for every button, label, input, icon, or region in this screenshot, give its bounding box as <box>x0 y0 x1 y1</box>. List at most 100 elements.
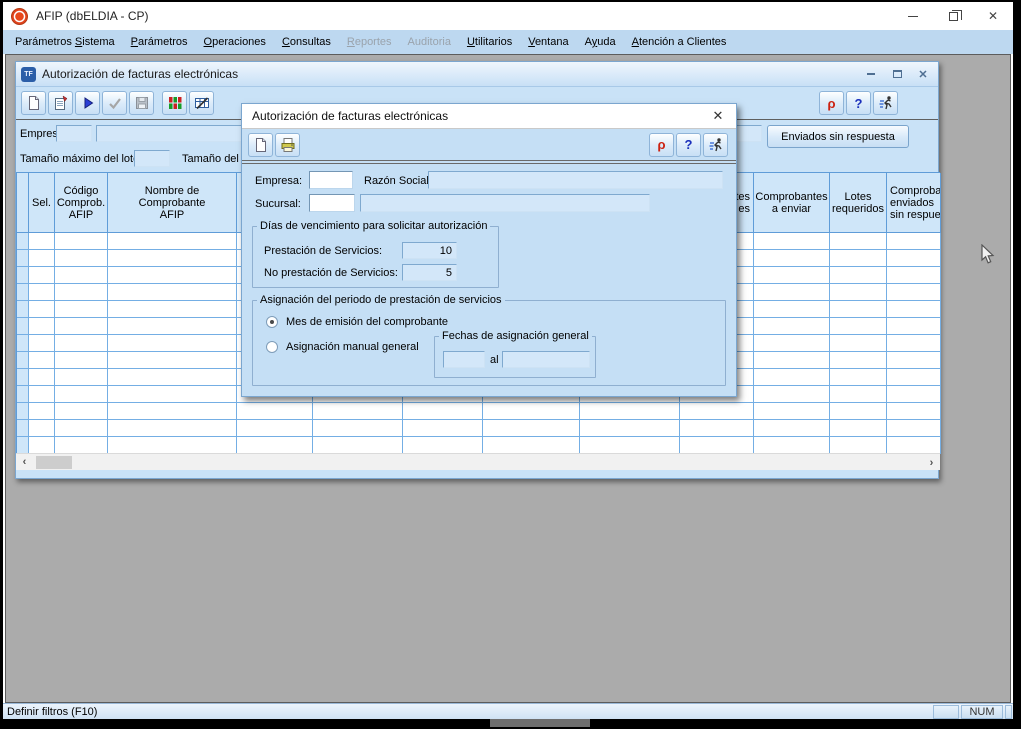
dialog-quick-exit-button[interactable] <box>703 133 728 157</box>
table-cell[interactable] <box>830 284 887 301</box>
prestacion-field[interactable]: 10 <box>402 242 457 259</box>
horizontal-scrollbar[interactable]: ‹ › <box>16 453 940 470</box>
table-cell[interactable] <box>108 386 237 403</box>
table-cell[interactable] <box>830 420 887 437</box>
column-header[interactable]: Sel. <box>29 173 55 233</box>
column-header[interactable]: Nombre de Comprobante AFIP <box>108 173 237 233</box>
table-cell[interactable] <box>887 233 941 250</box>
table-cell[interactable] <box>754 267 830 284</box>
table-cell[interactable] <box>29 233 55 250</box>
column-header[interactable]: Lotes requeridos <box>830 173 887 233</box>
table-cell[interactable] <box>830 403 887 420</box>
table-cell[interactable] <box>237 437 313 454</box>
table-cell[interactable] <box>887 369 941 386</box>
menu-item[interactable]: Consultas <box>274 32 339 52</box>
table-cell[interactable] <box>237 420 313 437</box>
properties-button[interactable] <box>48 91 73 115</box>
table-cell[interactable] <box>313 437 403 454</box>
menu-item[interactable]: Operaciones <box>196 32 274 52</box>
table-cell[interactable] <box>754 352 830 369</box>
table-cell[interactable] <box>29 301 55 318</box>
table-cell[interactable] <box>55 369 108 386</box>
table-cell[interactable] <box>830 318 887 335</box>
table-cell[interactable] <box>754 369 830 386</box>
table-cell[interactable] <box>887 301 941 318</box>
columns-view-button[interactable] <box>162 91 187 115</box>
table-cell[interactable] <box>108 352 237 369</box>
table-cell[interactable] <box>29 386 55 403</box>
help-button[interactable]: ? <box>846 91 871 115</box>
table-cell[interactable] <box>887 437 941 454</box>
fecha-desde-field[interactable] <box>443 351 485 368</box>
no-prestacion-field[interactable]: 5 <box>402 264 457 281</box>
table-cell[interactable] <box>55 420 108 437</box>
table-cell[interactable] <box>754 233 830 250</box>
table-cell[interactable] <box>55 301 108 318</box>
table-cell[interactable] <box>483 403 580 420</box>
table-cell[interactable] <box>830 233 887 250</box>
row-header-cell[interactable] <box>17 420 29 437</box>
table-cell[interactable] <box>680 403 754 420</box>
column-header[interactable]: Comprobantes a enviar <box>754 173 830 233</box>
table-cell[interactable] <box>580 437 680 454</box>
child-minimize-button[interactable] <box>864 67 878 81</box>
table-cell[interactable] <box>29 250 55 267</box>
table-cell[interactable] <box>830 386 887 403</box>
table-cell[interactable] <box>830 250 887 267</box>
row-header-cell[interactable] <box>17 233 29 250</box>
close-button[interactable]: ✕ <box>973 2 1013 30</box>
table-cell[interactable] <box>483 420 580 437</box>
table-cell[interactable] <box>55 386 108 403</box>
table-cell[interactable] <box>313 420 403 437</box>
restore-button[interactable] <box>933 2 973 30</box>
table-cell[interactable] <box>754 250 830 267</box>
table-cell[interactable] <box>830 352 887 369</box>
razon-social-field[interactable] <box>428 171 723 189</box>
table-cell[interactable] <box>754 386 830 403</box>
menu-item[interactable]: Parámetros Sistema <box>7 32 123 52</box>
radio-mes-emision[interactable] <box>266 316 278 328</box>
enviados-sin-respuesta-button[interactable]: Enviados sin respuesta <box>767 125 909 148</box>
row-header-cell[interactable] <box>17 386 29 403</box>
table-cell[interactable] <box>108 420 237 437</box>
minimize-button[interactable] <box>893 2 933 30</box>
fecha-hasta-field[interactable] <box>502 351 590 368</box>
table-cell[interactable] <box>55 352 108 369</box>
save-button[interactable] <box>129 91 154 115</box>
table-cell[interactable] <box>754 318 830 335</box>
table-cell[interactable] <box>55 403 108 420</box>
new-button[interactable] <box>21 91 46 115</box>
child-close-button[interactable]: ✕ <box>916 67 930 81</box>
table-cell[interactable] <box>754 284 830 301</box>
scrollbar-thumb[interactable] <box>36 456 72 469</box>
row-header-cell[interactable] <box>17 284 29 301</box>
table-cell[interactable] <box>313 403 403 420</box>
dialog-help-button[interactable]: ? <box>676 133 701 157</box>
table-cell[interactable] <box>754 403 830 420</box>
table-cell[interactable] <box>580 420 680 437</box>
table-cell[interactable] <box>887 335 941 352</box>
table-cell[interactable] <box>108 284 237 301</box>
row-header-cell[interactable] <box>17 403 29 420</box>
table-cell[interactable] <box>887 250 941 267</box>
table-cell[interactable] <box>403 403 483 420</box>
table-cell[interactable] <box>55 250 108 267</box>
table-cell[interactable] <box>29 267 55 284</box>
table-cell[interactable] <box>29 403 55 420</box>
row-header-cell[interactable] <box>17 335 29 352</box>
table-cell[interactable] <box>29 284 55 301</box>
scroll-left-icon[interactable]: ‹ <box>16 454 33 471</box>
menu-item[interactable]: Ayuda <box>577 32 624 52</box>
table-cell[interactable] <box>403 420 483 437</box>
table-cell[interactable] <box>29 369 55 386</box>
row-header-cell[interactable] <box>17 437 29 454</box>
table-cell[interactable] <box>108 437 237 454</box>
table-cell[interactable] <box>887 420 941 437</box>
sucursal-field[interactable] <box>309 194 355 212</box>
table-cell[interactable] <box>887 386 941 403</box>
dialog-close-icon[interactable]: ✕ <box>710 108 726 124</box>
table-cell[interactable] <box>108 267 237 284</box>
table-cell[interactable] <box>237 403 313 420</box>
run-button[interactable] <box>75 91 100 115</box>
table-cell[interactable] <box>680 420 754 437</box>
